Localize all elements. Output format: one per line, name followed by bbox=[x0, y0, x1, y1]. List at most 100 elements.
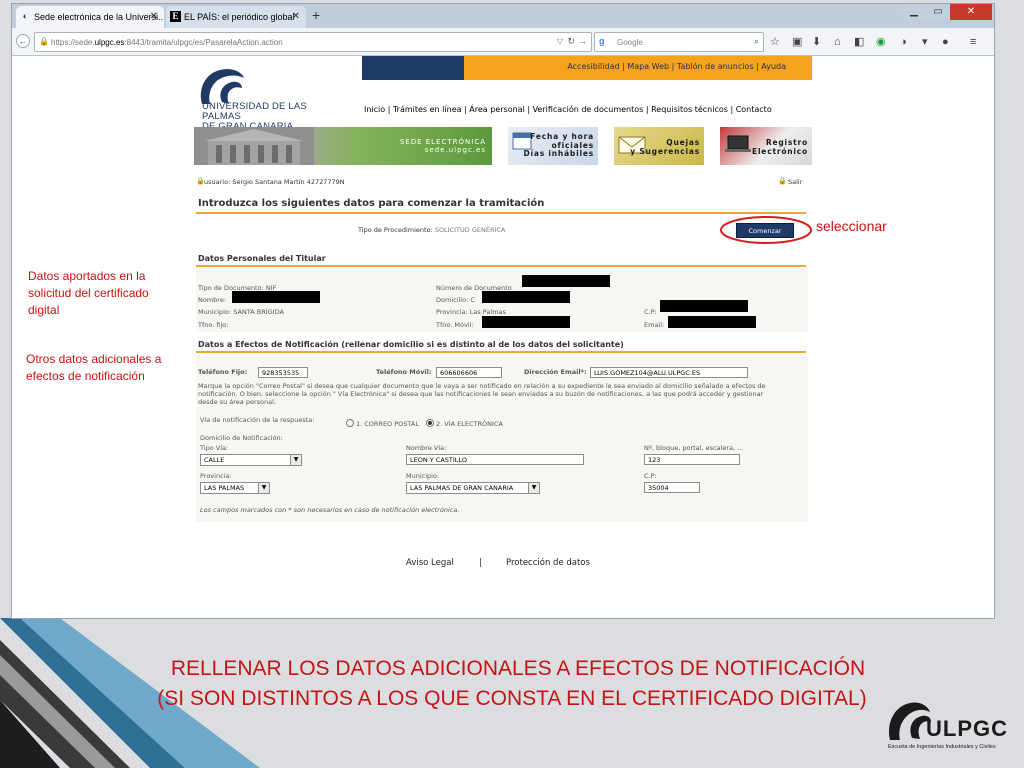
building-image bbox=[194, 127, 314, 165]
notif-phone-label: Teléfono Fijo: bbox=[198, 368, 248, 376]
email-label: Email: bbox=[644, 321, 665, 329]
window-controls: ▁ ▭ ✕ bbox=[902, 4, 992, 20]
notif-email-label: Dirección Email*: bbox=[524, 368, 587, 376]
annotation-personal: Datos aportados en la solicitud del cert… bbox=[28, 269, 149, 317]
municipality-select[interactable]: LAS PALMAS DE GRAN CANARIA ▼ bbox=[406, 482, 540, 494]
personal-rule bbox=[196, 265, 806, 267]
sede-page: Accesibilidad | Mapa Web | Tablón de anu… bbox=[194, 56, 812, 568]
lock-icon: 🔒 bbox=[39, 37, 49, 46]
new-tab-button[interactable]: + bbox=[312, 7, 320, 23]
sync-icon[interactable]: ◑ bbox=[900, 36, 907, 48]
cp-label: C.P: bbox=[644, 308, 657, 316]
municipality-label: Municipio: SANTA BRÍGIDA bbox=[198, 308, 284, 316]
url-prefix: https://sede. bbox=[51, 38, 95, 47]
radio-via-electronica-label: 2. VÍA ELECTRÓNICA bbox=[436, 420, 503, 428]
required-note: Los campos marcados con * son necesarios… bbox=[200, 506, 460, 514]
street-name-input[interactable]: LEON Y CASTILLO bbox=[406, 454, 584, 465]
notif-email-input[interactable]: LUIS.GOMEZ104@ALU.ULPGC.ES bbox=[590, 367, 748, 378]
banner-registro-line2: Electrónico bbox=[752, 146, 808, 156]
radio-correo-postal[interactable] bbox=[346, 419, 354, 427]
procedure-label: Tipo de Procedimiento: bbox=[358, 226, 433, 234]
banner-registro-text: Registro Electrónico bbox=[752, 138, 808, 156]
number-input[interactable]: 123 bbox=[644, 454, 740, 465]
overflow-icon[interactable]: ▾ bbox=[922, 36, 928, 48]
page-heading: Introduzca los siguientes datos para com… bbox=[198, 198, 545, 209]
mobile-label: Tfno. Móvil: bbox=[436, 321, 474, 329]
personal-section: Tipo de Documento: NIF Nombre: Municipio… bbox=[196, 268, 808, 332]
menu-icon[interactable]: ≡ bbox=[970, 36, 976, 48]
note-line-3: desde su área personal. bbox=[198, 398, 276, 406]
ulpgc-footer-logo: ULPGC Escuela de Ingenierías Industriale… bbox=[886, 694, 1022, 754]
tab-sede[interactable]: ◐ Sede electrónica de la Universi... ✕ bbox=[16, 6, 164, 28]
logo-line-1: UNIVERSIDAD DE LAS PALMAS bbox=[202, 101, 307, 122]
slide-title-line-1: RELLENAR LOS DATOS ADICIONALES A EFECTOS… bbox=[170, 657, 866, 680]
close-tab-icon[interactable]: ✕ bbox=[292, 11, 300, 22]
footer-legal-link[interactable]: Aviso Legal bbox=[406, 558, 454, 568]
banner-sede[interactable]: SEDE ELECTRÓNICA sede.ulpgc.es bbox=[194, 127, 492, 165]
search-icon[interactable]: ⌕ bbox=[754, 36, 759, 47]
download-icon[interactable]: ⬇ bbox=[812, 36, 821, 48]
user-line: 🔒 usuario: Sergio Santana Martín 4272777… bbox=[196, 177, 345, 186]
notification-note: Marque la opción "Correo Postal" si dese… bbox=[198, 382, 808, 406]
back-icon[interactable]: ← bbox=[16, 34, 30, 48]
clipboard-icon[interactable]: ▣ bbox=[792, 36, 802, 48]
user-label: usuario: Sergio Santana Martín 42727779N bbox=[204, 178, 345, 186]
domicile-label: Domicilio de Notificación: bbox=[200, 434, 283, 442]
dropdown-icon[interactable]: ▽ bbox=[557, 37, 563, 46]
notif-cp-label: C.P: bbox=[644, 472, 657, 480]
search-box[interactable]: g Google ⌕ bbox=[594, 32, 764, 52]
user-lock-icon: 🔒 bbox=[196, 177, 205, 185]
exit-label: Salir bbox=[788, 178, 803, 186]
note-line-1: Marque la opción "Correo Postal" si dese… bbox=[198, 382, 766, 390]
banner-fecha-line3: Días inhábiles bbox=[523, 149, 594, 158]
note-line-2: notificación. O bien, seleccione la opci… bbox=[198, 390, 764, 398]
via-label: Vía de notificación de la respuesta: bbox=[200, 416, 315, 424]
search-placeholder: Google bbox=[617, 38, 643, 47]
close-window-icon[interactable]: ✕ bbox=[950, 4, 992, 20]
notif-mobile-input[interactable]: 606606606 bbox=[436, 367, 502, 378]
banner-registro[interactable]: Registro Electrónico bbox=[720, 127, 812, 165]
maximize-icon[interactable]: ▭ bbox=[926, 4, 950, 20]
minimize-icon[interactable]: ▁ bbox=[902, 4, 926, 20]
banner-fecha[interactable]: Fecha y hora oficiales Días inhábiles bbox=[508, 127, 598, 165]
notif-municipality-label: Municipio: bbox=[406, 472, 440, 480]
province-label: Provincia: Las Palmas bbox=[436, 308, 506, 316]
utility-nav[interactable]: Accesibilidad | Mapa Web | Tablón de anu… bbox=[464, 56, 812, 80]
highlight-oval bbox=[720, 216, 812, 244]
radio-correo-postal-label: 1. CORREO POSTAL bbox=[356, 420, 419, 428]
close-tab-icon[interactable]: ✕ bbox=[150, 11, 158, 22]
ulpgc-logo-subtitle: Escuela de Ingenierías Industriales y Ci… bbox=[888, 744, 996, 750]
url-rest: :8443/tramita/ulpgc/es/PasarelaAction.ac… bbox=[124, 38, 283, 47]
arrow-right-icon[interactable]: → bbox=[578, 36, 587, 46]
addon-icon[interactable]: ◉ bbox=[876, 36, 886, 48]
banner-quejas-text: Quejas y Sugerencias bbox=[630, 138, 700, 156]
chat-icon[interactable]: ● bbox=[942, 36, 949, 48]
url-bar[interactable]: 🔒 https://sede.ulpgc.es:8443/tramita/ulp… bbox=[34, 32, 592, 52]
footer-privacy-link[interactable]: Protección de datos bbox=[506, 558, 590, 568]
tab-label: Sede electrónica de la Universi... bbox=[34, 12, 164, 22]
notif-mobile-label: Teléfono Móvil: bbox=[376, 368, 432, 376]
footer-separator: | bbox=[479, 558, 482, 568]
municipality-value: LAS PALMAS DE GRAN CANARIA bbox=[410, 484, 514, 492]
url-domain: ulpgc.es bbox=[94, 38, 125, 47]
ulpgc-favicon-icon: ◐ bbox=[22, 11, 29, 21]
notification-section: Teléfono Fijo: 928353535 Teléfono Móvil:… bbox=[196, 356, 808, 522]
reload-icon[interactable]: ↻ bbox=[567, 36, 575, 47]
home-icon[interactable]: ⌂ bbox=[834, 36, 841, 48]
street-type-select[interactable]: CALLE ▼ bbox=[200, 454, 302, 466]
exit-link[interactable]: 🔒 Salir bbox=[778, 177, 803, 186]
main-menu[interactable]: Inicio | Trámites en línea | Área person… bbox=[364, 105, 772, 114]
star-icon[interactable]: ☆ bbox=[770, 36, 780, 48]
banner-quejas[interactable]: Quejas y Sugerencias bbox=[614, 127, 704, 165]
cp-input[interactable]: 35004 bbox=[644, 482, 700, 493]
tab-elpais[interactable]: E EL PAÍS: el periódico global ✕ bbox=[166, 6, 306, 28]
province-select[interactable]: LAS PALMAS ▼ bbox=[200, 482, 270, 494]
chevron-down-icon: ▼ bbox=[290, 455, 301, 465]
radio-via-electronica[interactable] bbox=[426, 419, 434, 427]
redacted-doc-number bbox=[522, 275, 610, 287]
phone-label: Tfno. fijo: bbox=[198, 321, 229, 329]
notif-phone-input[interactable]: 928353535 bbox=[258, 367, 308, 378]
notification-heading: Datos a Efectos de Notificación (rellena… bbox=[198, 340, 624, 349]
redacted-email bbox=[668, 316, 756, 328]
extension-icon[interactable]: ◧ bbox=[854, 36, 864, 48]
